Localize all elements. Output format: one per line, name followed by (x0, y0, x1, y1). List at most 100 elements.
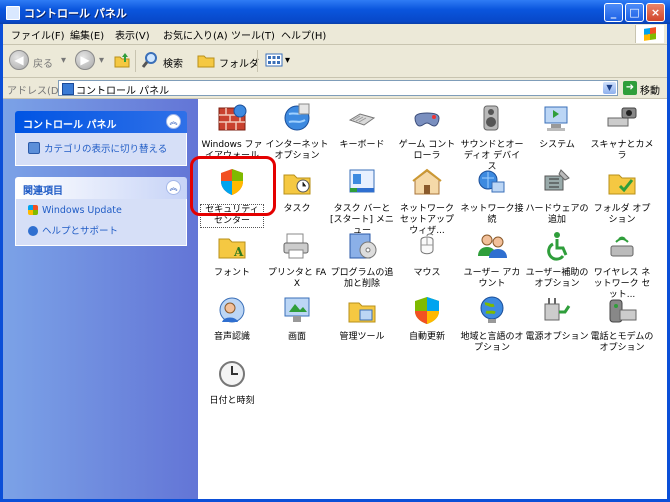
address-field[interactable]: コントロール パネル ▼ (58, 80, 618, 97)
control-panel-item[interactable]: Windows ファイアウォール (200, 102, 264, 162)
folder-options-icon[interactable] (606, 166, 638, 198)
control-panel-item-label[interactable]: フォルダ オプション (590, 204, 654, 226)
address-value[interactable]: コントロール パネル (76, 82, 169, 97)
help-and-support-label[interactable]: ヘルプとサポート (42, 226, 118, 237)
control-panel-item[interactable]: マウス (395, 230, 459, 279)
menu-edit[interactable]: 編集(E) (70, 27, 104, 42)
windows-update-link[interactable]: Windows Update (28, 205, 122, 216)
system-icon[interactable] (541, 102, 573, 134)
regional-options-icon[interactable] (476, 294, 508, 326)
add-hardware-icon[interactable] (541, 166, 573, 198)
display-icon[interactable] (281, 294, 313, 326)
control-panel-item[interactable]: 日付と時刻 (200, 358, 264, 407)
control-panel-item-label[interactable]: 電話とモデムのオプション (590, 332, 654, 354)
control-panel-item[interactable]: 管理ツール (330, 294, 394, 343)
admin-tools-icon[interactable] (346, 294, 378, 326)
forward-dropdown-icon[interactable]: ▾ (99, 55, 104, 66)
control-panel-item-label[interactable]: プログラムの追加と削除 (330, 268, 394, 290)
control-panel-item-label[interactable]: システム (525, 140, 589, 151)
collapse-chevron-icon[interactable]: ︽ (166, 180, 181, 195)
control-panel-item[interactable]: キーボード (330, 102, 394, 151)
windows-update-label[interactable]: Windows Update (42, 205, 122, 216)
power-options-icon[interactable] (541, 294, 573, 326)
control-panel-item[interactable]: ワイヤレス ネットワーク セット... (590, 230, 654, 301)
control-panel-item[interactable]: ハードウェアの追加 (525, 166, 589, 226)
control-panel-item-label[interactable]: スキャナとカメラ (590, 140, 654, 162)
control-panel-item[interactable]: ネットワーク接続 (460, 166, 524, 226)
wireless-icon[interactable] (606, 230, 638, 262)
menu-file[interactable]: ファイル(F) (11, 27, 65, 42)
sound-icon[interactable] (476, 102, 508, 134)
fonts-icon[interactable]: A (216, 230, 248, 262)
control-panel-item[interactable]: 音声認識 (200, 294, 264, 343)
game-controller-icon[interactable] (411, 102, 443, 134)
control-panel-item-label[interactable]: 地域と言語のオプション (460, 332, 524, 354)
control-panel-item-label[interactable]: プリンタと FAX (265, 268, 329, 290)
control-panel-item[interactable]: A フォント (200, 230, 264, 279)
control-panel-item-label[interactable]: 日付と時刻 (200, 396, 264, 407)
control-panel-item-label[interactable]: キーボード (330, 140, 394, 151)
forward-arrow-icon[interactable]: ▶ (75, 50, 95, 70)
back-button-label[interactable]: 戻る (33, 55, 53, 70)
control-panel-item[interactable]: 地域と言語のオプション (460, 294, 524, 354)
switch-to-category-view-link[interactable]: カテゴリの表示に切り替える (28, 141, 167, 155)
related-topics-header[interactable]: 関連項目 ︽ (15, 177, 187, 199)
menu-help[interactable]: ヘルプ(H) (281, 27, 326, 42)
control-panel-item-label[interactable]: 電源オプション (525, 332, 589, 343)
title-bar[interactable]: コントロール パネル _ □ × (0, 0, 670, 24)
control-panel-item-label[interactable]: インターネット オプション (265, 140, 329, 162)
address-dropdown-icon[interactable]: ▼ (603, 82, 616, 94)
control-panel-item[interactable]: スキャナとカメラ (590, 102, 654, 162)
date-time-icon[interactable] (216, 358, 248, 390)
user-accounts-icon[interactable] (476, 230, 508, 262)
printers-icon[interactable] (281, 230, 313, 262)
close-button[interactable]: × (646, 3, 665, 22)
phone-modem-icon[interactable] (606, 294, 638, 326)
maximize-button[interactable]: □ (625, 3, 644, 22)
control-panel-item-label[interactable]: ユーザー アカウント (460, 268, 524, 290)
control-panel-item[interactable]: プリンタと FAX (265, 230, 329, 290)
menu-favorites[interactable]: お気に入り(A) (163, 27, 228, 42)
speech-icon[interactable] (216, 294, 248, 326)
accessibility-icon[interactable] (541, 230, 573, 262)
back-dropdown-icon[interactable]: ▾ (61, 55, 66, 66)
views-dropdown-icon[interactable]: ▾ (285, 55, 290, 66)
scheduled-tasks-icon[interactable] (281, 166, 313, 198)
control-panel-item-label[interactable]: ネットワーク接続 (460, 204, 524, 226)
views-icon[interactable] (265, 51, 283, 69)
taskbar-icon[interactable] (346, 166, 378, 198)
control-panel-item[interactable]: タスク バーと [スタート] メニュー (330, 166, 394, 237)
control-panel-item[interactable]: ユーザー補助のオプション (525, 230, 589, 290)
control-panel-item-label[interactable]: 音声認識 (200, 332, 264, 343)
menu-view[interactable]: 表示(V) (115, 27, 150, 42)
folders-icon[interactable] (197, 51, 215, 69)
control-panel-item[interactable]: ゲーム コントローラ (395, 102, 459, 162)
control-panel-item[interactable]: 電話とモデムのオプション (590, 294, 654, 354)
scanner-icon[interactable] (606, 102, 638, 134)
search-button-label[interactable]: 検索 (163, 55, 183, 70)
control-panel-item[interactable]: 電源オプション (525, 294, 589, 343)
control-panel-panel-header[interactable]: コントロール パネル ︽ (15, 111, 187, 133)
control-panel-item[interactable]: インターネット オプション (265, 102, 329, 162)
control-panel-item-label[interactable]: フォント (200, 268, 264, 279)
control-panel-item[interactable]: ユーザー アカウント (460, 230, 524, 290)
switch-to-category-view-label[interactable]: カテゴリの表示に切り替える (44, 144, 167, 155)
search-icon[interactable] (141, 51, 159, 69)
network-setup-icon[interactable] (411, 166, 443, 198)
keyboard-icon[interactable] (346, 102, 378, 134)
control-panel-item-label[interactable]: ユーザー補助のオプション (525, 268, 589, 290)
automatic-updates-icon[interactable] (411, 294, 443, 326)
control-panel-item[interactable]: ネットワーク セットアップ ウィザ... (395, 166, 459, 237)
control-panel-item[interactable]: フォルダ オプション (590, 166, 654, 226)
control-panel-item-label[interactable]: ゲーム コントローラ (395, 140, 459, 162)
mouse-icon[interactable] (411, 230, 443, 262)
back-arrow-icon[interactable]: ◀ (9, 50, 29, 70)
add-remove-programs-icon[interactable] (346, 230, 378, 262)
control-panel-item[interactable]: 画面 (265, 294, 329, 343)
control-panel-item-label[interactable]: 自動更新 (395, 332, 459, 343)
network-connections-icon[interactable] (476, 166, 508, 198)
control-panel-item[interactable]: サウンドとオーディオ デバイス (460, 102, 524, 173)
control-panel-item[interactable]: システム (525, 102, 589, 151)
control-panel-item-label[interactable]: 画面 (265, 332, 329, 343)
control-panel-item-label[interactable]: マウス (395, 268, 459, 279)
